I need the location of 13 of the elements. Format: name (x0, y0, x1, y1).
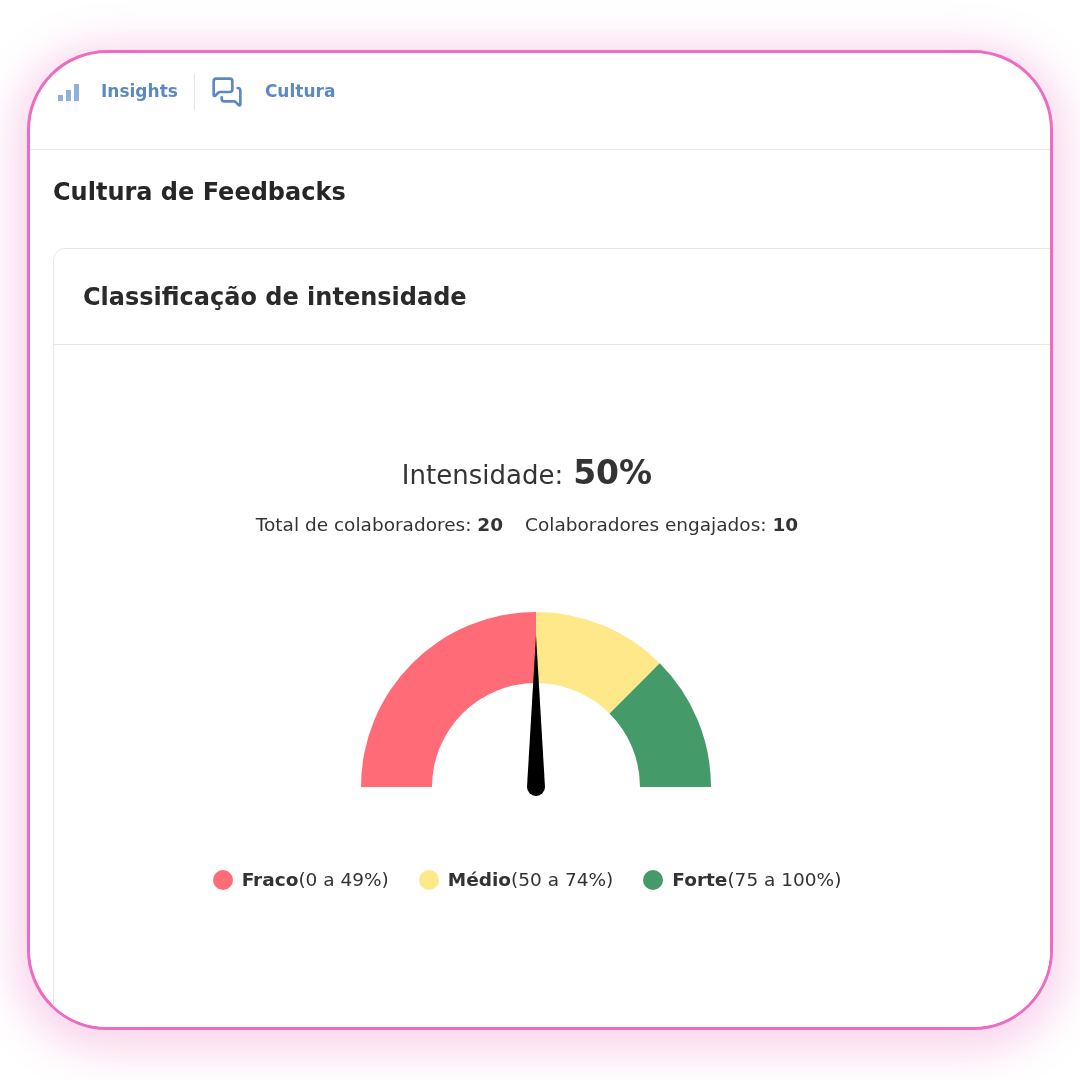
intensity-label: Intensidade: (401, 459, 564, 492)
legend-label: Fraco(0 a 49%) (241, 868, 389, 892)
chat-bubbles-icon (210, 76, 243, 108)
intensity-value: 50% (573, 453, 653, 493)
nav-link[interactable]: Insights (58, 76, 178, 108)
legend-label: Médio(50 a 74%) (447, 868, 614, 892)
nav-link[interactable]: Cultura (210, 76, 336, 108)
card-title: Classificação de intensidade (83, 281, 467, 313)
bar-chart-icon (58, 83, 79, 101)
page-title: Cultura de Feedbacks (53, 177, 346, 208)
stat-text: Colaboradores engajados: 10 (525, 513, 799, 537)
legend-label: Forte(75 a 100%) (672, 868, 842, 892)
stat-text: Total de colaboradores: 20 (255, 513, 504, 537)
